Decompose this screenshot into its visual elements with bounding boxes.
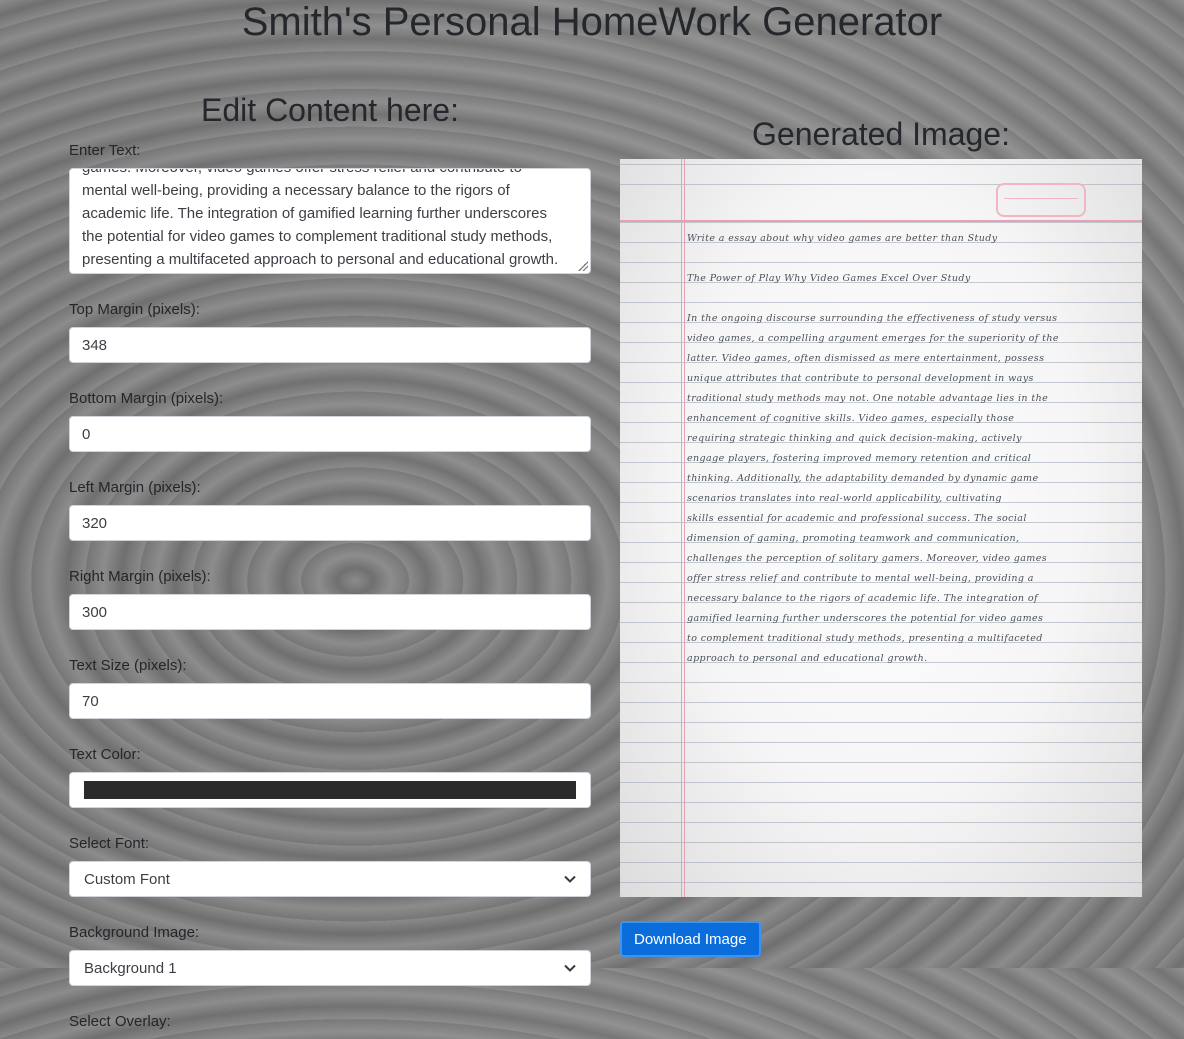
download-image-button[interactable]: Download Image [620, 921, 761, 957]
resize-grip-icon[interactable] [578, 261, 588, 271]
font-group: Select Font: Custom Font [69, 835, 591, 897]
handwritten-line: In the ongoing discourse surrounding the… [687, 313, 1058, 324]
handwritten-text: Write a essay about why video games are … [687, 229, 1077, 669]
text-group: Enter Text: games. Moreover, video games… [69, 142, 591, 274]
right-margin-label: Right Margin (pixels): [69, 568, 211, 585]
margin-line [681, 159, 682, 897]
text-color-picker[interactable] [69, 772, 591, 808]
top-margin-group: Top Margin (pixels): 348 [69, 301, 591, 363]
chevron-down-icon [564, 964, 576, 972]
handwritten-line: skills essential for academic and profes… [687, 513, 1027, 524]
left-margin-input[interactable]: 320 [69, 505, 591, 541]
handwritten-line: unique attributes that contribute to per… [687, 373, 1034, 384]
handwritten-line: engage players, fostering improved memor… [687, 453, 1032, 464]
editor-panel: Edit Content here: Enter Text: games. Mo… [69, 90, 591, 1039]
text-size-group: Text Size (pixels): 70 [69, 657, 591, 719]
handwritten-line [687, 289, 1077, 309]
top-margin-label: Top Margin (pixels): [69, 301, 200, 318]
header-line [620, 220, 1142, 222]
left-margin-group: Left Margin (pixels): 320 [69, 479, 591, 541]
handwritten-line: dimension of gaming, promoting teamwork … [687, 533, 1020, 544]
handwritten-line: The Power of Play Why Video Games Excel … [687, 273, 971, 284]
page-title: Smith's Personal HomeWork Generator [241, 0, 943, 44]
text-input[interactable]: games. Moreover, video games offer stres… [69, 168, 591, 274]
text-line: mental well-being, providing a necessary… [82, 182, 510, 199]
background-select[interactable]: Background 1 [69, 950, 591, 986]
text-size-label: Text Size (pixels): [69, 657, 187, 674]
bottom-margin-input[interactable]: 0 [69, 416, 591, 452]
margin-line [684, 159, 685, 897]
overlay-group: Select Overlay: [69, 1013, 591, 1030]
background-group: Background Image: Background 1 [69, 924, 591, 986]
handwritten-line: offer stress relief and contribute to me… [687, 573, 1034, 584]
editor-heading: Edit Content here: [201, 92, 459, 128]
overlay-label: Select Overlay: [69, 1013, 171, 1030]
text-label: Enter Text: [69, 142, 141, 159]
right-margin-input[interactable]: 300 [69, 594, 591, 630]
preview-heading: Generated Image: [752, 116, 1010, 152]
bottom-margin-label: Bottom Margin (pixels): [69, 390, 224, 407]
text-content: games. Moreover, video games offer stres… [82, 169, 578, 271]
background-label: Background Image: [69, 924, 200, 941]
date-box [996, 183, 1086, 217]
handwritten-line: to complement traditional study methods,… [687, 633, 1043, 644]
text-line: games. Moreover, video games offer stres… [82, 169, 578, 179]
text-line: academic life. The integration of gamifi… [82, 205, 547, 222]
handwritten-line: challenges the perception of solitary ga… [687, 553, 1048, 564]
font-select[interactable]: Custom Font [69, 861, 591, 897]
handwritten-line: Write a essay about why video games are … [687, 233, 998, 244]
color-swatch [84, 781, 576, 799]
preview-panel: Generated Image: [620, 114, 1142, 154]
handwritten-line: video games, a compelling argument emerg… [687, 333, 1059, 344]
generated-image: Write a essay about why video games are … [620, 159, 1142, 897]
top-margin-input[interactable]: 348 [69, 327, 591, 363]
text-color-group: Text Color: [69, 746, 591, 808]
font-select-value: Custom Font [84, 870, 170, 888]
date-box-line [1004, 198, 1078, 199]
handwritten-line: approach to personal and educational gro… [687, 653, 928, 664]
handwritten-line: enhancement of cognitive skills. Video g… [687, 413, 1015, 424]
text-size-input[interactable]: 70 [69, 683, 591, 719]
left-margin-label: Left Margin (pixels): [69, 479, 201, 496]
bottom-margin-group: Bottom Margin (pixels): 0 [69, 390, 591, 452]
text-line: the potential for video games to complem… [82, 228, 553, 245]
handwritten-line: traditional study methods may not. One n… [687, 393, 1049, 404]
handwritten-line: requiring strategic thinking and quick d… [687, 433, 1022, 444]
handwritten-line: necessary balance to the rigors of acade… [687, 593, 1038, 604]
chevron-down-icon [564, 875, 576, 883]
handwritten-line: scenarios translates into real-world app… [687, 493, 1002, 504]
right-margin-group: Right Margin (pixels): 300 [69, 568, 591, 630]
handwritten-line [687, 249, 1077, 269]
text-line: presenting a multifaceted approach to pe… [82, 251, 559, 268]
handwritten-line: thinking. Additionally, the adaptability… [687, 473, 1039, 484]
handwritten-line: latter. Video games, often dismissed as … [687, 353, 1045, 364]
background-select-value: Background 1 [84, 959, 177, 977]
handwritten-line: gamified learning further underscores th… [687, 613, 1044, 624]
text-color-label: Text Color: [69, 746, 141, 763]
font-label: Select Font: [69, 835, 150, 852]
